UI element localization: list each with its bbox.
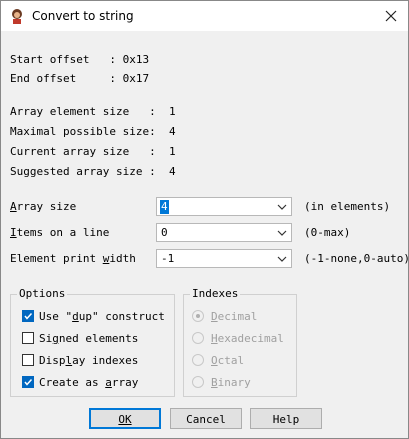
create-as-array-checkbox[interactable]: [22, 376, 34, 388]
display-indexes-checkbox[interactable]: [22, 354, 34, 366]
maximal-possible-size-text: Maximal possible size: 4: [10, 125, 176, 138]
items-on-line-label: Items on a line: [10, 226, 110, 239]
use-dup-checkbox[interactable]: [22, 310, 34, 322]
octal-radio[interactable]: [192, 354, 204, 366]
decimal-radio[interactable]: [192, 310, 204, 322]
checkmark-icon: [24, 378, 33, 386]
print-width-combo[interactable]: -1: [156, 249, 292, 268]
binary-label[interactable]: Binary: [211, 376, 251, 390]
close-button[interactable]: [378, 4, 404, 28]
end-offset-text: End offset : 0x17: [10, 72, 150, 85]
print-width-label: Element print width: [10, 252, 136, 265]
print-width-hint: (-1-none,0-auto): [304, 252, 409, 265]
checkmark-icon: [24, 312, 33, 320]
suggested-array-size-text: Suggested array size : 4: [10, 165, 176, 178]
dialog-title: Convert to string: [32, 9, 134, 23]
indexes-group-title: Indexes: [190, 287, 241, 301]
radio-dot: [196, 314, 200, 318]
current-array-size-text: Current array size : 1: [10, 145, 176, 158]
convert-to-string-dialog: Convert to string Start offset : 0x13 En…: [0, 0, 409, 439]
use-dup-label[interactable]: Use "dup" construct: [39, 310, 165, 324]
help-button[interactable]: Help: [250, 408, 322, 429]
binary-radio[interactable]: [192, 376, 204, 388]
chevron-down-icon: [277, 204, 287, 210]
title-bar: Convert to string: [1, 1, 408, 31]
create-as-array-label[interactable]: Create as array: [39, 376, 138, 390]
hexadecimal-radio[interactable]: [192, 332, 204, 344]
print-width-value: -1: [161, 252, 175, 265]
ok-button[interactable]: OK: [89, 408, 161, 429]
hexadecimal-label[interactable]: Hexadecimal: [211, 332, 284, 346]
display-indexes-label[interactable]: Display indexes: [39, 354, 138, 368]
start-offset-text: Start offset : 0x13: [10, 53, 150, 66]
octal-label[interactable]: Octal: [211, 354, 244, 368]
app-icon: [12, 9, 22, 24]
items-on-line-combo[interactable]: 0: [156, 223, 292, 242]
items-on-line-hint: (0-max): [304, 226, 351, 239]
chevron-down-icon: [277, 230, 287, 236]
chevron-down-icon: [277, 256, 287, 262]
array-size-label: Array size: [10, 200, 77, 213]
array-size-hint: (in elements): [304, 200, 391, 213]
items-on-line-value: 0: [161, 226, 168, 239]
options-group-title: Options: [17, 287, 68, 301]
signed-elements-label[interactable]: Signed elements: [39, 332, 138, 346]
close-icon: [385, 10, 397, 22]
array-element-size-text: Array element size : 1: [10, 105, 176, 118]
array-size-value: 4: [160, 200, 169, 214]
cancel-button[interactable]: Cancel: [170, 408, 242, 429]
decimal-label[interactable]: Decimal: [211, 310, 257, 324]
signed-elements-checkbox[interactable]: [22, 332, 34, 344]
array-size-combo[interactable]: 4: [156, 197, 292, 216]
